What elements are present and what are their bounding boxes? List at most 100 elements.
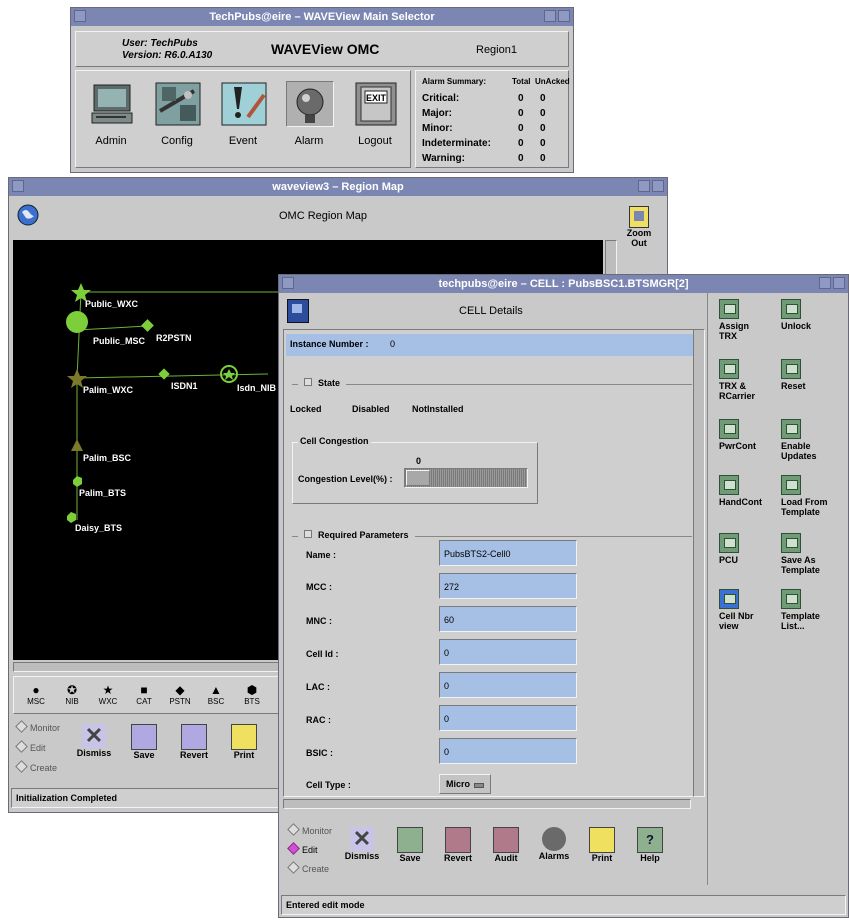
- legend-msc[interactable]: ● MSC: [18, 683, 54, 706]
- handcont-button[interactable]: HandCont: [719, 475, 773, 507]
- mnc-field[interactable]: 60: [439, 606, 577, 632]
- rac-field[interactable]: 0: [439, 705, 577, 731]
- dismiss-button[interactable]: ✕ Dismiss: [337, 827, 387, 862]
- palim-bts-node[interactable]: [73, 476, 82, 487]
- cell-id-label: Cell Id :: [306, 649, 339, 659]
- maximize-button[interactable]: [652, 180, 664, 192]
- save-as-template-button[interactable]: Save As Template: [781, 533, 835, 575]
- template-list-button[interactable]: Template List...: [781, 589, 835, 631]
- assign-trx-button[interactable]: Assign TRX: [719, 299, 773, 341]
- cell-icon: [287, 299, 309, 323]
- state-checkbox[interactable]: [304, 378, 312, 386]
- alarm-bell-icon: [286, 81, 334, 127]
- bsic-field[interactable]: 0: [439, 738, 577, 764]
- minimize-button[interactable]: [819, 277, 831, 289]
- congestion-slider[interactable]: [404, 468, 528, 488]
- revert-button[interactable]: Revert: [433, 827, 483, 863]
- edit-mode-radio[interactable]: Edit: [15, 740, 46, 753]
- revert-icon: [445, 827, 471, 853]
- cell-vertical-scrollbar[interactable]: [693, 329, 705, 797]
- daisy-bts-node[interactable]: [67, 512, 76, 523]
- audit-button[interactable]: Audit: [481, 827, 531, 863]
- maximize-button[interactable]: [833, 277, 845, 289]
- window-menu-button[interactable]: [282, 277, 294, 289]
- audit-label: Audit: [494, 853, 518, 863]
- revert-button[interactable]: Revert: [169, 724, 219, 760]
- monitor-mode-radio[interactable]: Monitor: [15, 720, 60, 733]
- palim-bsc-label: Palim_BSC: [83, 453, 132, 463]
- isdn1-label: ISDN1: [171, 381, 198, 391]
- edit-label: Edit: [30, 743, 46, 753]
- minimize-button[interactable]: [544, 10, 556, 22]
- cell-horizontal-scrollbar[interactable]: [283, 799, 691, 809]
- monitor-label: Monitor: [302, 826, 333, 836]
- load-from-template-button[interactable]: Load From Template: [781, 475, 835, 517]
- name-field[interactable]: PubsBTS2-Cell0: [439, 540, 577, 566]
- trx-rcarrier-icon: [719, 359, 739, 379]
- lac-field[interactable]: 0: [439, 672, 577, 698]
- window-menu-button[interactable]: [74, 10, 86, 22]
- palim-bsc-node[interactable]: [71, 439, 83, 451]
- admin-label: Admin: [95, 135, 127, 147]
- enable-updates-button[interactable]: Enable Updates: [781, 419, 835, 461]
- window-menu-button[interactable]: [12, 180, 24, 192]
- edit-mode-radio[interactable]: Edit: [287, 842, 318, 855]
- cell-titlebar[interactable]: techpubs@eire – CELL : PubsBSC1.BTSMGR[2…: [279, 275, 848, 293]
- reset-button[interactable]: Reset: [781, 359, 835, 391]
- legend-pstn[interactable]: ◆ PSTN: [162, 683, 198, 706]
- logout-button[interactable]: EXIT Logout: [344, 81, 406, 151]
- maximize-button[interactable]: [558, 10, 570, 22]
- alarm-button[interactable]: Alarm: [278, 81, 340, 151]
- monitor-mode-radio[interactable]: Monitor: [287, 823, 333, 836]
- total-column-header: Total: [512, 77, 531, 86]
- isdn1-node[interactable]: [158, 368, 170, 380]
- region-map-titlebar[interactable]: waveview3 – Region Map: [9, 178, 667, 196]
- help-button[interactable]: ? Help: [625, 827, 675, 863]
- revert-label: Revert: [443, 853, 472, 863]
- window-title: TechPubs@eire – WAVEView Main Selector: [209, 11, 435, 23]
- zoom-out-button[interactable]: Zoom Out: [619, 206, 659, 248]
- state-label: State: [318, 378, 341, 388]
- congestion-slider-thumb[interactable]: [406, 470, 430, 486]
- config-icon: [154, 81, 202, 127]
- legend-cat[interactable]: ■ CAT: [126, 683, 162, 706]
- required-checkbox[interactable]: [304, 530, 312, 538]
- public-msc-node[interactable]: [66, 311, 88, 333]
- daisy-bts-label: Daisy_BTS: [75, 523, 123, 533]
- save-button[interactable]: Save: [119, 724, 169, 760]
- cell-type-dropdown[interactable]: Micro: [439, 774, 491, 794]
- handcont-label: HandCont: [719, 497, 762, 507]
- print-button[interactable]: Print: [577, 827, 627, 863]
- cell-id-field[interactable]: 0: [439, 639, 577, 665]
- unlock-button[interactable]: Unlock: [781, 299, 835, 331]
- palim-wxc-label: Palim_WXC: [83, 385, 134, 395]
- pwrcont-button[interactable]: PwrCont: [719, 419, 773, 451]
- create-mode-radio[interactable]: Create: [15, 760, 57, 773]
- instance-label: Instance Number :: [290, 339, 369, 349]
- legend-wxc[interactable]: ★ WXC: [90, 683, 126, 706]
- trx-rcarrier-button[interactable]: TRX & RCarrier: [719, 359, 773, 401]
- minimize-button[interactable]: [638, 180, 650, 192]
- main-selector-titlebar[interactable]: TechPubs@eire – WAVEView Main Selector: [71, 8, 573, 26]
- mcc-field[interactable]: 272: [439, 573, 577, 599]
- alarms-button[interactable]: Alarms: [529, 827, 579, 861]
- create-mode-radio[interactable]: Create: [287, 861, 329, 874]
- print-button[interactable]: Print: [219, 724, 269, 760]
- dismiss-button[interactable]: ✕ Dismiss: [69, 724, 119, 759]
- event-button[interactable]: Event: [212, 81, 274, 151]
- legend-bts[interactable]: ⬢ BTS: [234, 683, 270, 706]
- admin-button[interactable]: Admin: [80, 81, 142, 151]
- instance-value[interactable]: 0: [390, 339, 395, 349]
- main-selector-window: TechPubs@eire – WAVEView Main Selector U…: [70, 7, 574, 173]
- legend-nib[interactable]: ✪ NIB: [54, 683, 90, 706]
- alarm-label: Critical:: [422, 93, 460, 104]
- state-toggle[interactable]: State: [298, 378, 347, 388]
- legend-bsc[interactable]: ▲ BSC: [198, 683, 234, 706]
- state-notinstalled: NotInstalled: [412, 404, 464, 414]
- required-toggle[interactable]: Required Parameters: [298, 530, 415, 540]
- save-button[interactable]: Save: [385, 827, 435, 863]
- cell-nbr-view-button[interactable]: Cell Nbr view: [719, 589, 773, 631]
- config-button[interactable]: Config: [146, 81, 208, 151]
- pcu-button[interactable]: PCU: [719, 533, 773, 565]
- r2pstn-node[interactable]: [141, 319, 154, 332]
